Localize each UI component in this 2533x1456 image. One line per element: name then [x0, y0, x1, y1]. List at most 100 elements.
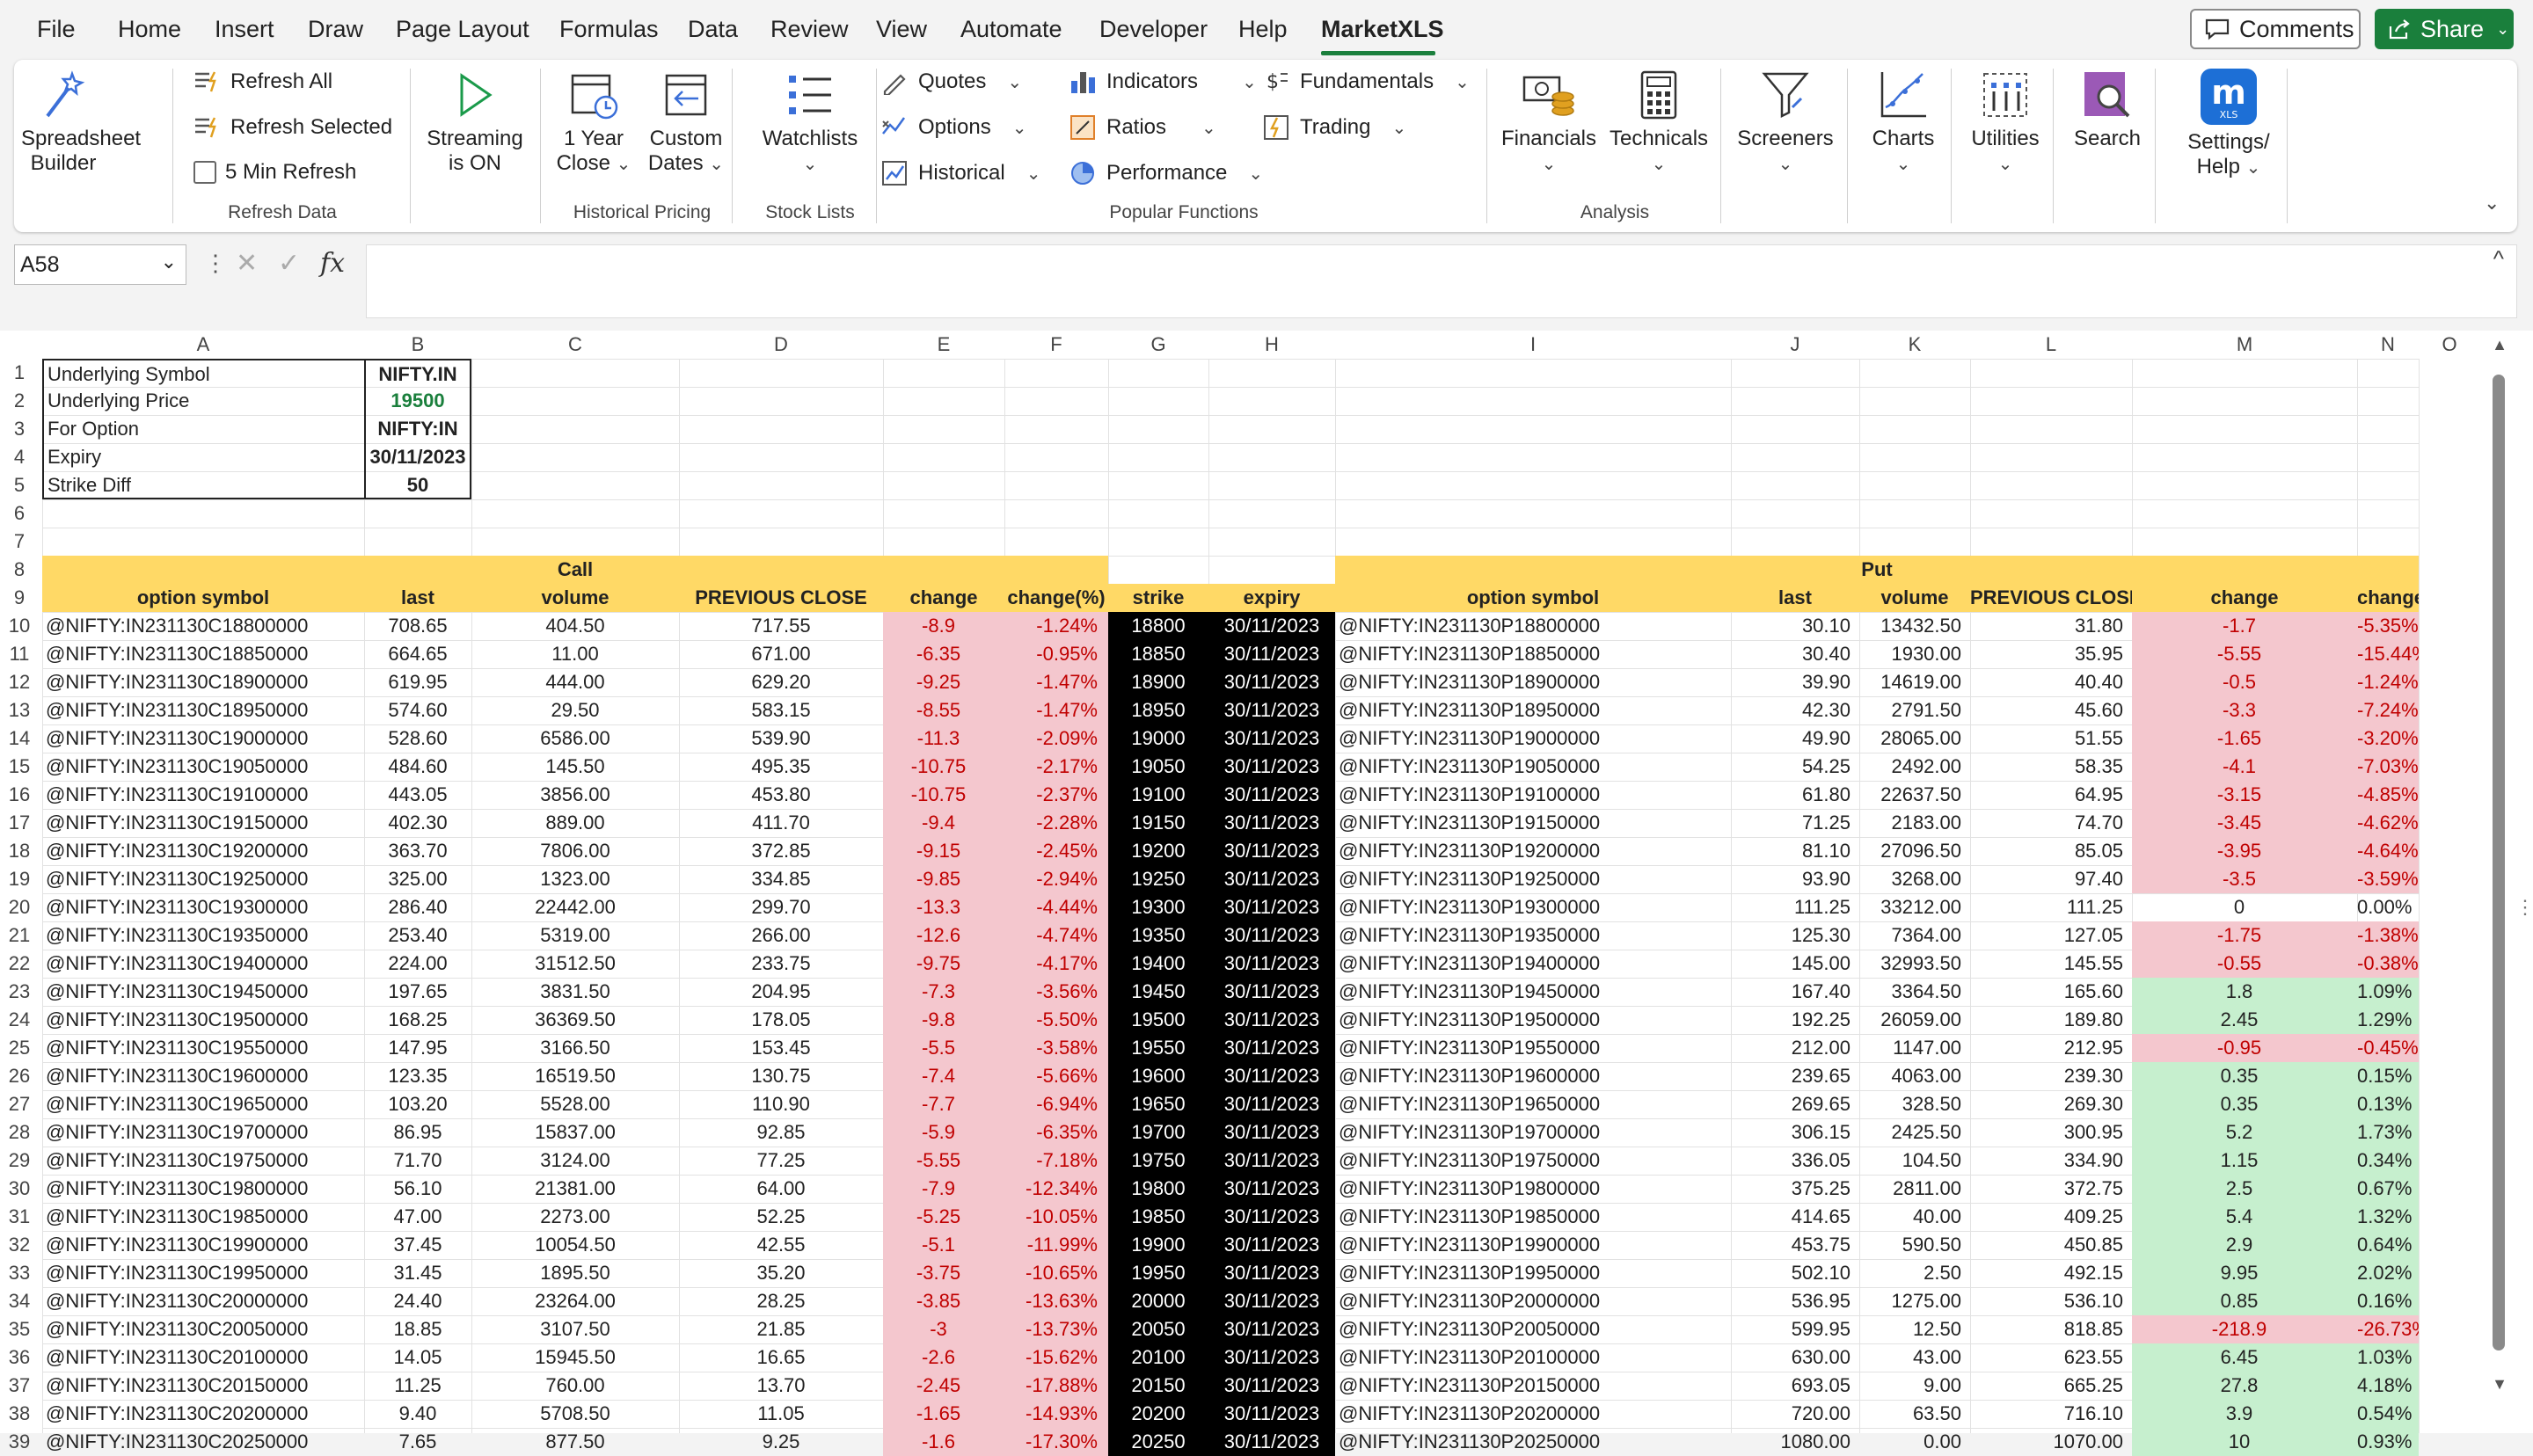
table-cell[interactable]: -9.85 [883, 865, 1004, 893]
fundamentals-button[interactable]: $ Fundamentals ⌄ [1263, 69, 1470, 95]
share-chevron-icon[interactable]: ⌄ [2496, 20, 2509, 39]
table-cell[interactable]: -1.65 [2132, 724, 2357, 753]
table-cell[interactable]: 19700 [1108, 1118, 1208, 1147]
table-cell[interactable]: 178.05 [679, 1006, 883, 1034]
custom-dates-button[interactable]: Custom Dates ⌄ [642, 69, 730, 176]
row-header[interactable]: 4 [0, 443, 39, 471]
table-cell[interactable]: -5.55 [2132, 640, 2357, 668]
menu-formulas[interactable]: Formulas [559, 16, 659, 43]
table-cell[interactable]: -6.35% [1004, 1118, 1108, 1147]
table-cell[interactable]: 269.65 [1731, 1090, 1859, 1118]
table-cell[interactable]: 28.25 [679, 1287, 883, 1315]
table-cell[interactable]: 77.25 [679, 1147, 883, 1175]
table-cell[interactable]: 1.15 [2132, 1147, 2357, 1175]
table-cell[interactable]: 0.93% [2357, 1428, 2419, 1456]
menu-file[interactable]: File [37, 16, 76, 43]
table-cell[interactable]: -10.75 [883, 781, 1004, 809]
table-cell[interactable]: 30/11/2023 [1208, 921, 1335, 950]
table-cell[interactable]: 85.05 [1970, 837, 2132, 865]
table-cell[interactable]: 453.80 [679, 781, 883, 809]
scroll-up-icon[interactable]: ▲ [2489, 331, 2510, 359]
table-cell[interactable]: -3.58% [1004, 1034, 1108, 1062]
column-header-f[interactable]: F [1004, 331, 1108, 359]
row-header[interactable]: 17 [0, 809, 39, 837]
table-cell[interactable]: 19650 [1108, 1090, 1208, 1118]
table-cell[interactable]: -2.09% [1004, 724, 1108, 753]
menu-review[interactable]: Review [770, 16, 849, 43]
table-cell[interactable]: 1.73% [2357, 1118, 2419, 1147]
screeners-button[interactable]: Screeners ⌄ [1733, 69, 1838, 176]
table-cell[interactable]: 334.85 [679, 865, 883, 893]
table-cell[interactable]: 760.00 [471, 1372, 679, 1400]
row-header[interactable]: 29 [0, 1147, 39, 1175]
info-label[interactable]: For Option [42, 415, 364, 443]
table-cell[interactable]: -7.03% [2357, 753, 2419, 781]
table-cell[interactable]: 145.00 [1731, 950, 1859, 978]
one-year-close-button[interactable]: 1 Year Close ⌄ [554, 69, 633, 176]
checkbox-icon[interactable] [193, 161, 216, 184]
table-cell[interactable]: 665.25 [1970, 1372, 2132, 1400]
row-header[interactable]: 33 [0, 1259, 39, 1287]
row-header[interactable]: 14 [0, 724, 39, 753]
table-cell[interactable]: 153.45 [679, 1034, 883, 1062]
info-label[interactable]: Underlying Symbol [42, 359, 364, 387]
table-cell[interactable]: -10.05% [1004, 1203, 1108, 1231]
table-cell[interactable]: -1.7 [2132, 612, 2357, 640]
table-cell[interactable]: -4.62% [2357, 809, 2419, 837]
table-cell[interactable]: -5.5 [883, 1034, 1004, 1062]
table-cell[interactable]: -1.75 [2132, 921, 2357, 950]
table-cell[interactable]: @NIFTY:IN231130C19950000 [42, 1259, 364, 1287]
table-cell[interactable]: @NIFTY:IN231130P19800000 [1335, 1175, 1731, 1203]
table-cell[interactable]: -3.15 [2132, 781, 2357, 809]
table-cell[interactable]: 10054.50 [471, 1231, 679, 1259]
table-cell[interactable]: 18800 [1108, 612, 1208, 640]
table-cell[interactable]: -1.24% [2357, 668, 2419, 696]
table-cell[interactable]: 47.00 [364, 1203, 471, 1231]
table-cell[interactable]: 1.32% [2357, 1203, 2419, 1231]
table-cell[interactable]: 363.70 [364, 837, 471, 865]
table-cell[interactable]: -13.63% [1004, 1287, 1108, 1315]
table-cell[interactable]: 74.70 [1970, 809, 2132, 837]
table-cell[interactable]: -15.62% [1004, 1343, 1108, 1372]
table-cell[interactable]: 27.8 [2132, 1372, 2357, 1400]
quotes-button[interactable]: Quotes ⌄ [881, 69, 1022, 95]
table-cell[interactable]: @NIFTY:IN231130P19600000 [1335, 1062, 1731, 1090]
info-value[interactable]: 19500 [364, 387, 471, 415]
table-cell[interactable]: -15.44% [2357, 640, 2419, 668]
row-header[interactable]: 19 [0, 865, 39, 893]
table-cell[interactable]: 2183.00 [1859, 809, 1970, 837]
table-cell[interactable]: 30/11/2023 [1208, 724, 1335, 753]
table-cell[interactable]: 28065.00 [1859, 724, 1970, 753]
table-cell[interactable]: @NIFTY:IN231130C20050000 [42, 1315, 364, 1343]
table-cell[interactable]: @NIFTY:IN231130C19600000 [42, 1062, 364, 1090]
table-cell[interactable]: @NIFTY:IN231130C19650000 [42, 1090, 364, 1118]
table-cell[interactable]: -7.24% [2357, 696, 2419, 724]
row-header[interactable]: 18 [0, 837, 39, 865]
table-cell[interactable]: 30/11/2023 [1208, 809, 1335, 837]
refresh-selected-button[interactable]: Refresh Selected [193, 114, 392, 141]
table-cell[interactable]: -9.4 [883, 809, 1004, 837]
table-cell[interactable]: 3856.00 [471, 781, 679, 809]
table-cell[interactable]: 0.54% [2357, 1400, 2419, 1428]
table-cell[interactable]: -4.64% [2357, 837, 2419, 865]
performance-button[interactable]: Performance ⌄ [1069, 160, 1263, 186]
table-header[interactable]: option symbol [1335, 584, 1731, 612]
table-cell[interactable]: 6586.00 [471, 724, 679, 753]
table-cell[interactable]: -13.3 [883, 893, 1004, 921]
table-cell[interactable]: 86.95 [364, 1118, 471, 1147]
watchlists-button[interactable]: Watchlists ⌄ [744, 69, 876, 176]
table-cell[interactable]: -14.93% [1004, 1400, 1108, 1428]
table-cell[interactable]: @NIFTY:IN231130C19000000 [42, 724, 364, 753]
table-cell[interactable]: 30/11/2023 [1208, 893, 1335, 921]
row-header[interactable]: 3 [0, 415, 39, 443]
table-cell[interactable]: 334.90 [1970, 1147, 2132, 1175]
table-cell[interactable]: 3831.50 [471, 978, 679, 1006]
table-cell[interactable]: 0.64% [2357, 1231, 2419, 1259]
table-cell[interactable]: -218.9 [2132, 1315, 2357, 1343]
table-cell[interactable]: 0.67% [2357, 1175, 2419, 1203]
table-cell[interactable]: -0.95 [2132, 1034, 2357, 1062]
table-cell[interactable]: 29.50 [471, 696, 679, 724]
table-cell[interactable]: @NIFTY:IN231130C20150000 [42, 1372, 364, 1400]
table-cell[interactable]: @NIFTY:IN231130P18900000 [1335, 668, 1731, 696]
table-cell[interactable]: -7.4 [883, 1062, 1004, 1090]
